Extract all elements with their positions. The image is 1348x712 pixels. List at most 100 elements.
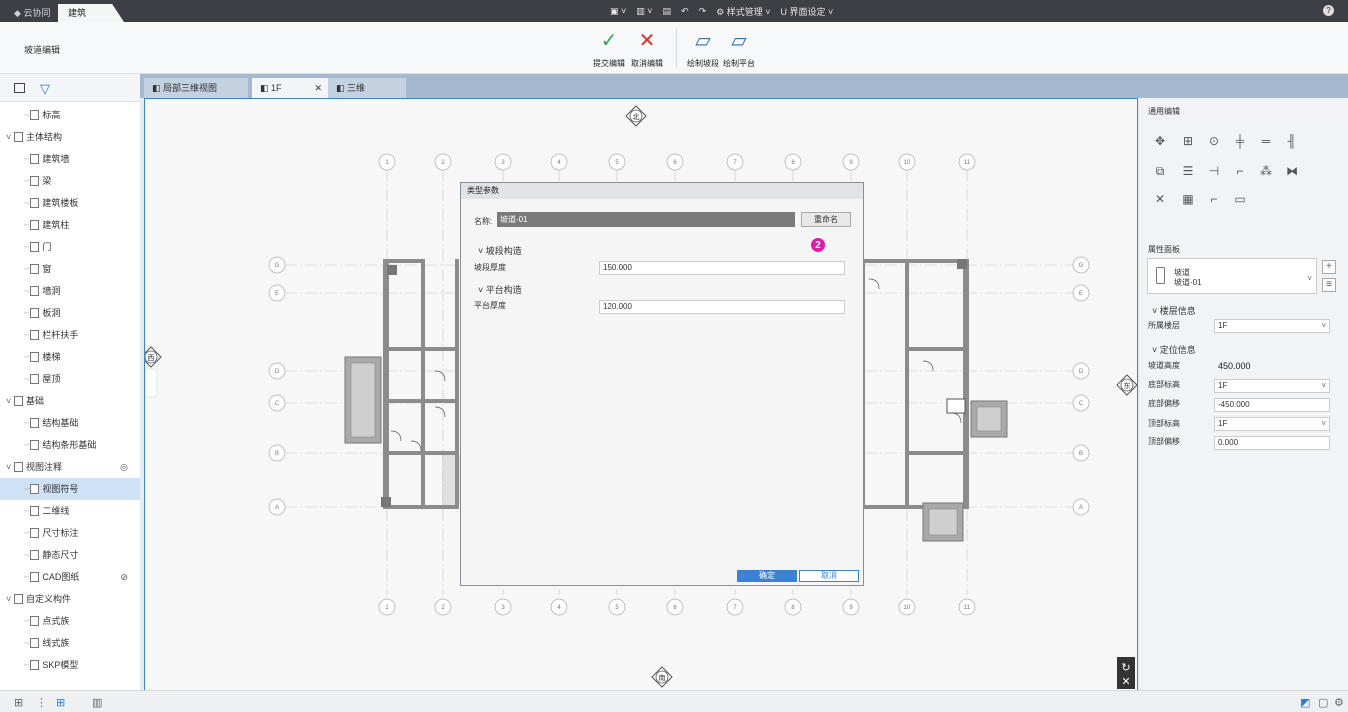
ok-button[interactable]: 确定 [737, 570, 797, 582]
draw-platform-button[interactable]: ▱ 绘制平台 [722, 30, 756, 69]
chevron-down-icon[interactable]: ˅ [6, 390, 14, 412]
tree-item[interactable]: ┄ 结构条形基础 [0, 434, 140, 456]
tab-local-3d[interactable]: ◧ 局部三维视图 [144, 78, 248, 98]
tree-item[interactable]: ┄ 尺寸标注 [0, 522, 140, 544]
settings-icon[interactable]: ⚙ [1334, 696, 1344, 709]
match-icon[interactable]: ☰ [1180, 164, 1196, 178]
rotate-view-icon[interactable]: ↻ [1121, 662, 1130, 674]
grid-label: 10 [904, 605, 911, 611]
tree-item[interactable]: ┄ 线式族 [0, 632, 140, 654]
filter-icon[interactable]: ▽ [40, 81, 50, 97]
chevron-down-icon[interactable]: ˅ [6, 456, 14, 478]
tab-3d[interactable]: ◧ 三维 [328, 78, 406, 98]
list-icon[interactable]: ▥ [92, 696, 102, 709]
tree-item[interactable]: ┄ 点式族 [0, 610, 140, 632]
rotate-icon[interactable]: ⊙ [1206, 134, 1222, 148]
section-platform-construction[interactable]: ˅ 平台构造 [478, 283, 522, 296]
split-icon[interactable]: ╢ [1284, 134, 1300, 148]
name-input[interactable]: 坡道-01 [497, 212, 795, 227]
tree-item[interactable]: ┄ 门 [0, 236, 140, 258]
tree-item[interactable]: ┄ 二维线 [0, 500, 140, 522]
tab-cloud[interactable]: ◆ 云协同 [4, 4, 60, 22]
extend-icon[interactable]: ⌐ [1232, 164, 1248, 178]
ramp-thickness-input[interactable]: 150.000 [599, 261, 845, 275]
tree-item[interactable]: ┄ 板洞 [0, 302, 140, 324]
eye-icon[interactable]: ◎ [120, 456, 128, 478]
chevron-down-icon[interactable]: ˅ [6, 126, 14, 148]
tab-architecture[interactable]: 建筑 [58, 4, 124, 22]
position-info-group[interactable]: ˅ 定位信息 [1152, 343, 1196, 356]
tree-item[interactable]: ┄ CAD图纸 ⊘ [0, 566, 140, 588]
annotation-badge-2: 2 [810, 237, 826, 253]
submit-edit-button[interactable]: ✓ 提交编辑 [592, 30, 626, 69]
measure-icon[interactable]: ▭ [1232, 192, 1248, 206]
align-icon[interactable]: ╪ [1232, 134, 1248, 148]
base-offset-input[interactable]: -450.000 [1214, 398, 1330, 412]
close-icon[interactable]: ✕ [314, 78, 322, 98]
panel-icon[interactable]: ▤ [663, 6, 672, 17]
floor-info-group[interactable]: ˅ 楼层信息 [1152, 304, 1196, 317]
tree-connector: ┄ [24, 242, 30, 252]
copy-icon[interactable]: ⊞ [1180, 134, 1196, 148]
eye-off-icon[interactable]: ⊘ [120, 566, 128, 588]
tree-item[interactable]: ┄ 建筑楼板 [0, 192, 140, 214]
tree-item[interactable]: ˅ 基础 [0, 390, 140, 412]
trim-icon[interactable]: ⊣ [1206, 164, 1222, 178]
panel-toggle-icon[interactable] [14, 83, 25, 93]
tree-item[interactable]: ┄ 屋顶 [0, 368, 140, 390]
move-icon[interactable]: ✥ [1152, 134, 1168, 148]
view-mode-icon[interactable]: ◩ [1300, 696, 1310, 709]
style-mgmt-menu[interactable]: ⚙ 样式管理 ˅ [716, 5, 770, 18]
tree-item[interactable]: ┄ 建筑墙 [0, 148, 140, 170]
folder-icon [30, 198, 40, 208]
building-icon[interactable]: ▥ ˅ [636, 6, 652, 17]
rename-button[interactable]: 重命名 [801, 212, 851, 227]
redo-icon[interactable]: ↷ [699, 6, 707, 17]
tree-item[interactable]: ┄ 墙洞 [0, 280, 140, 302]
tree-item[interactable]: ┄ 视图符号 [0, 478, 140, 500]
tree-item[interactable]: ┄ 窗 [0, 258, 140, 280]
wall-icon[interactable]: ▦ [1180, 192, 1196, 206]
cancel-button[interactable]: 取消 [799, 570, 859, 582]
tree-item[interactable]: ┄ SKP模型 [0, 654, 140, 676]
platform-thickness-input[interactable]: 120.000 [599, 300, 845, 314]
edit-type-button[interactable]: ≡ [1322, 278, 1336, 292]
chevron-down-icon[interactable]: ˅ [6, 588, 14, 610]
tree-item[interactable]: ˅ 主体结构 [0, 126, 140, 148]
tab-1f[interactable]: ◧ 1F ✕ [252, 78, 328, 98]
layout-icon[interactable]: ⊞ [56, 696, 65, 709]
ui-settings-menu[interactable]: U 界面设定 ˅ [781, 5, 834, 18]
add-type-button[interactable]: + [1322, 260, 1336, 274]
base-level-select[interactable]: 1F ˅ [1214, 379, 1330, 393]
close-view-icon[interactable]: ✕ [1121, 676, 1130, 688]
floor-select[interactable]: 1F ˅ [1214, 319, 1330, 333]
tree-item[interactable]: ˅ 自定义构件 [0, 588, 140, 610]
folder-icon [14, 132, 23, 142]
tree-item[interactable]: ┄ 楼梯 [0, 346, 140, 368]
page-icon[interactable]: ▢ [1318, 696, 1328, 709]
offset-icon[interactable]: ═ [1258, 134, 1274, 148]
tree-item[interactable]: ┄ 标高 [0, 104, 140, 126]
mirror-icon[interactable]: ⧓ [1284, 164, 1300, 178]
array-icon[interactable]: ⁂ [1258, 164, 1274, 178]
cancel-edit-button[interactable]: ✕ 取消编辑 [630, 30, 664, 69]
brush-icon[interactable]: ⌐ [1206, 192, 1222, 206]
delete-icon[interactable]: ✕ [1152, 192, 1168, 206]
tree-item[interactable]: ˅ 视图注释 ◎ [0, 456, 140, 478]
section-ramp-construction[interactable]: ˅ 坡段构造 [478, 244, 522, 257]
save-icon[interactable]: ▣ ˅ [610, 6, 626, 17]
help-icon[interactable]: ? [1323, 5, 1334, 16]
tree-item[interactable]: ┄ 结构基础 [0, 412, 140, 434]
tree-item[interactable]: ┄ 栏杆扶手 [0, 324, 140, 346]
tree-item[interactable]: ┄ 建筑柱 [0, 214, 140, 236]
undo-icon[interactable]: ↶ [681, 6, 689, 17]
type-selector[interactable]: 坡道 坡道-01 ˅ [1147, 258, 1317, 294]
snap-icon[interactable]: ⋮ [36, 696, 47, 709]
tree-item[interactable]: ┄ 梁 [0, 170, 140, 192]
tree-item[interactable]: ┄ 静态尺寸 [0, 544, 140, 566]
top-offset-input[interactable]: 0.000 [1214, 436, 1330, 450]
grid-icon[interactable]: ⊞ [14, 696, 23, 709]
paste-icon[interactable]: ⧉ [1152, 164, 1168, 179]
top-level-select[interactable]: 1F ˅ [1214, 417, 1330, 431]
draw-ramp-button[interactable]: ▱ 绘制坡段 [686, 30, 720, 69]
